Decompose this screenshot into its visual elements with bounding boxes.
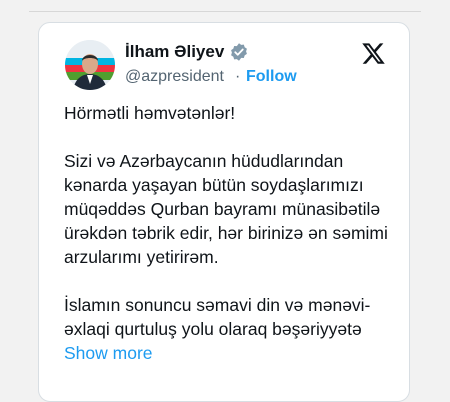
verified-badge-icon (231, 43, 247, 61)
tweet-body: Hörmətli həmvətənlər! Sizi və Azərbaycan… (64, 101, 399, 365)
author-handle[interactable]: @azpresident (125, 68, 224, 86)
tweet-paragraph: Sizi və Azərbaycanın hüdudlarından kənar… (64, 151, 388, 267)
author-name[interactable]: İlham Əliyev (125, 42, 224, 62)
show-more-link[interactable]: Show more (64, 343, 153, 363)
separator-dot: · (235, 68, 241, 85)
embedded-tweet-card[interactable]: İlham Əliyev @azpresident · Follow Hörmə… (38, 22, 410, 402)
tweet-paragraph: İslamın sonuncu səmavi din və mənəvi-əxl… (64, 295, 371, 339)
follow-button[interactable]: Follow (246, 68, 297, 86)
top-divider (29, 11, 421, 12)
author-avatar[interactable] (65, 40, 115, 90)
tweet-paragraph: Hörmətli həmvətənlər! (64, 103, 236, 123)
x-logo-icon[interactable] (361, 41, 386, 66)
